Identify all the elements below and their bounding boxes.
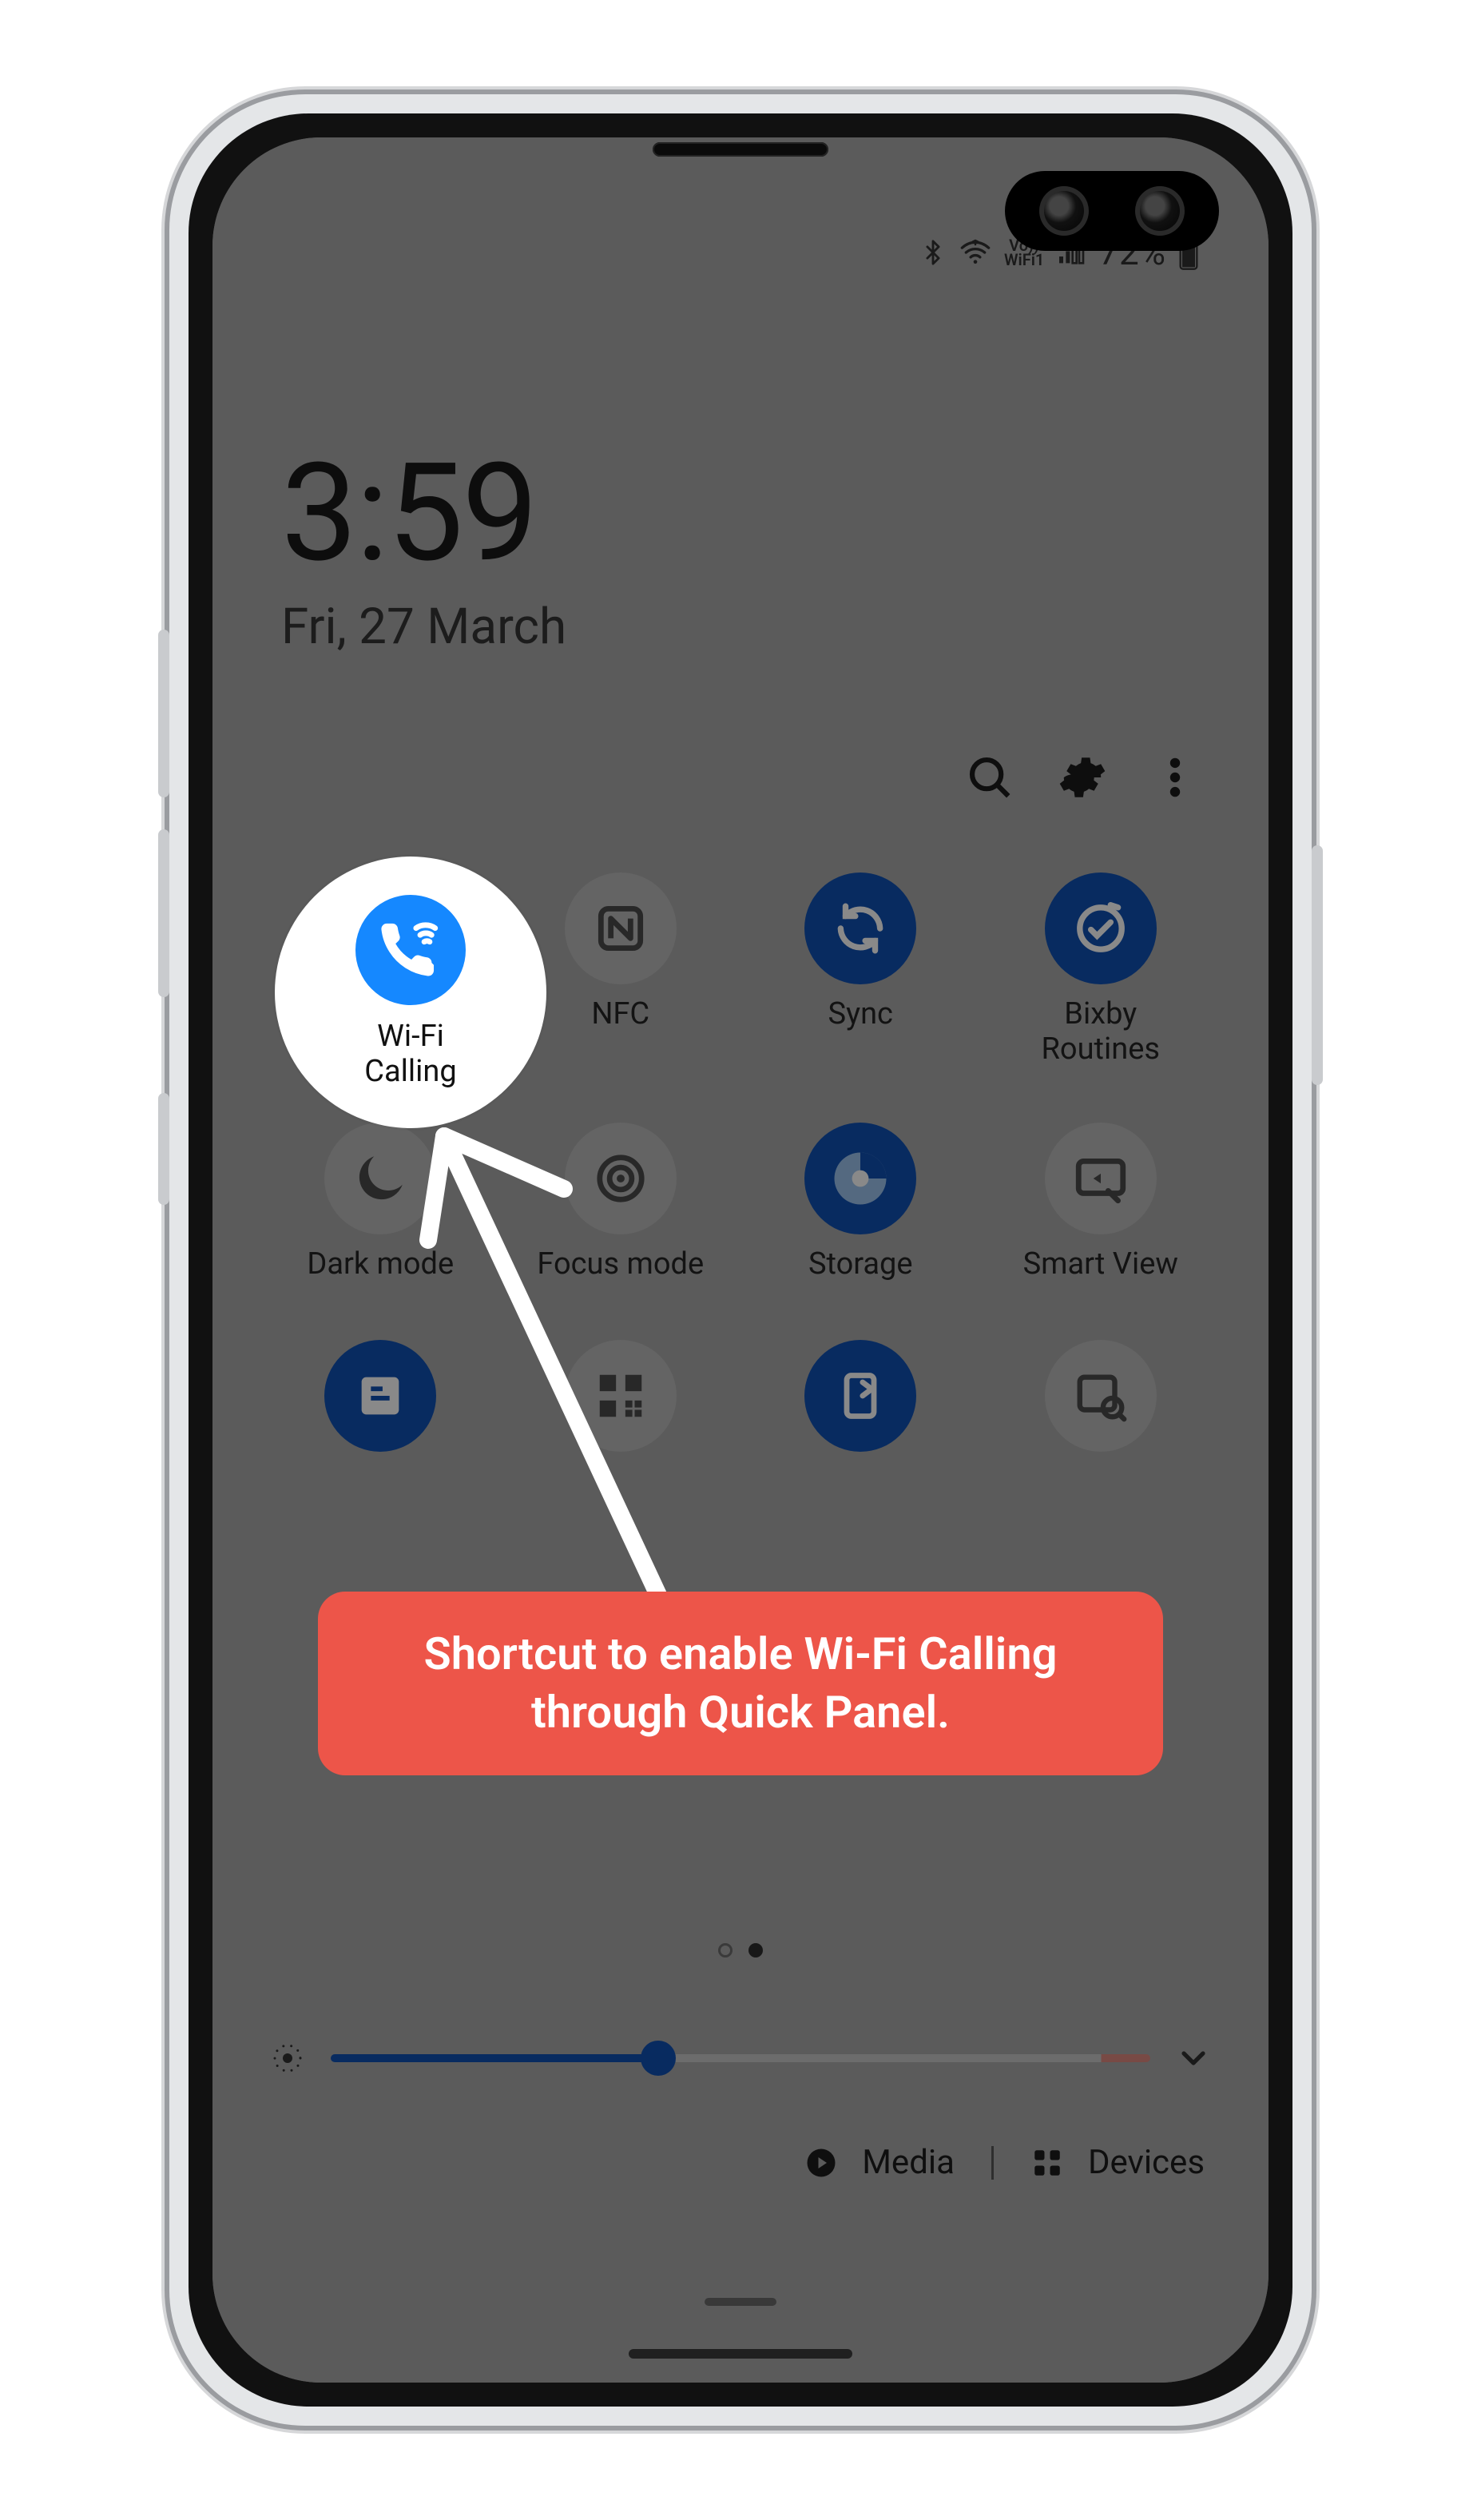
- disc-icon: [804, 1123, 916, 1234]
- highlight-label: Wi-FiCalling: [364, 1020, 456, 1089]
- grid-icon: [1030, 2146, 1064, 2180]
- chevron-down-icon[interactable]: [1174, 2039, 1213, 2077]
- tile-label: NFC: [591, 997, 649, 1034]
- brightness-slider[interactable]: [331, 2054, 1150, 2062]
- wifi-icon: [958, 236, 993, 268]
- find-icon: [1045, 1340, 1157, 1452]
- bixby-icon: [1045, 872, 1157, 984]
- nfc-icon: [565, 872, 677, 984]
- tile-smart-view[interactable]: Smart View: [981, 1123, 1221, 1284]
- tile-label: Sync: [828, 997, 893, 1034]
- highlight-wifi-calling[interactable]: Wi-FiCalling: [275, 857, 546, 1128]
- callout-text: Shortcut to enable Wi-Fi Calling through…: [424, 1628, 1058, 1739]
- wifi-calling-icon: [355, 895, 466, 1005]
- devices-button[interactable]: Devices: [1088, 2143, 1205, 2182]
- qr-icon: [565, 1340, 677, 1452]
- brightness-icon: [268, 2039, 307, 2077]
- bluetooth-icon: [919, 236, 947, 268]
- cast-icon: [1045, 1123, 1157, 1234]
- pager-dot[interactable]: [718, 1943, 733, 1958]
- tile-sync[interactable]: Sync: [740, 872, 981, 1067]
- clock-square-icon: [324, 1340, 436, 1452]
- target-icon: [565, 1123, 677, 1234]
- tile-storage[interactable]: Storage: [740, 1123, 981, 1284]
- tile-bixby-routines[interactable]: BixbyRoutines: [981, 872, 1221, 1067]
- tile-label: Smart View: [1023, 1247, 1178, 1284]
- volume-down-button[interactable]: [158, 829, 169, 997]
- callout-banner: Shortcut to enable Wi-Fi Calling through…: [318, 1592, 1163, 1775]
- search-icon[interactable]: [965, 753, 1014, 802]
- sync-icon: [804, 872, 916, 984]
- tile-label: BixbyRoutines: [1042, 997, 1160, 1067]
- camera-lens: [1039, 186, 1089, 236]
- moon-icon: [324, 1123, 436, 1234]
- gear-icon[interactable]: [1058, 753, 1107, 802]
- panel-actions: [965, 753, 1200, 802]
- panel-footer: Media Devices: [212, 2143, 1205, 2182]
- media-button[interactable]: Media: [862, 2143, 955, 2182]
- play-circle-icon: [804, 2146, 838, 2180]
- divider: [991, 2146, 994, 2180]
- tile-label: Focus mode: [537, 1247, 704, 1284]
- tile-find[interactable]: [981, 1340, 1221, 1501]
- brightness-thumb[interactable]: [641, 2041, 676, 2076]
- tile-label: Storage: [808, 1247, 913, 1284]
- tile-dark-mode[interactable]: Dark mode: [260, 1123, 501, 1284]
- front-camera-cutout: [1005, 171, 1219, 251]
- tile-focus-mode[interactable]: Focus mode: [501, 1123, 741, 1284]
- tile-rotate[interactable]: [740, 1340, 981, 1501]
- nav-home-pill[interactable]: [629, 2349, 852, 2359]
- device-frame: Vo))WiFi1 72% 3:59 Fri, 27 March: [169, 94, 1312, 2426]
- panel-handle[interactable]: [705, 2298, 776, 2306]
- tile-qr[interactable]: [501, 1340, 741, 1501]
- pager-dot-active[interactable]: [748, 1943, 763, 1958]
- device-bezel: Vo))WiFi1 72% 3:59 Fri, 27 March: [189, 113, 1292, 2407]
- quick-panel: Vo))WiFi1 72% 3:59 Fri, 27 March: [212, 137, 1269, 2383]
- clock-time: 3:59: [281, 433, 566, 593]
- earpiece: [653, 142, 828, 157]
- clock-area: 3:59 Fri, 27 March: [281, 433, 566, 656]
- power-button[interactable]: [1312, 845, 1323, 1085]
- bixby-button[interactable]: [158, 1093, 169, 1205]
- door-icon: [804, 1340, 916, 1452]
- page-indicator: [212, 1943, 1269, 1958]
- camera-lens: [1135, 186, 1185, 236]
- canvas: Vo))WiFi1 72% 3:59 Fri, 27 March: [0, 0, 1481, 2520]
- volume-up-button[interactable]: [158, 630, 169, 797]
- more-icon[interactable]: [1150, 753, 1200, 802]
- tile-clock[interactable]: [260, 1340, 501, 1501]
- clock-date: Fri, 27 March: [281, 598, 566, 656]
- screen: Vo))WiFi1 72% 3:59 Fri, 27 March: [212, 137, 1269, 2383]
- tile-label: Dark mode: [307, 1247, 454, 1284]
- brightness-row: [268, 2039, 1213, 2077]
